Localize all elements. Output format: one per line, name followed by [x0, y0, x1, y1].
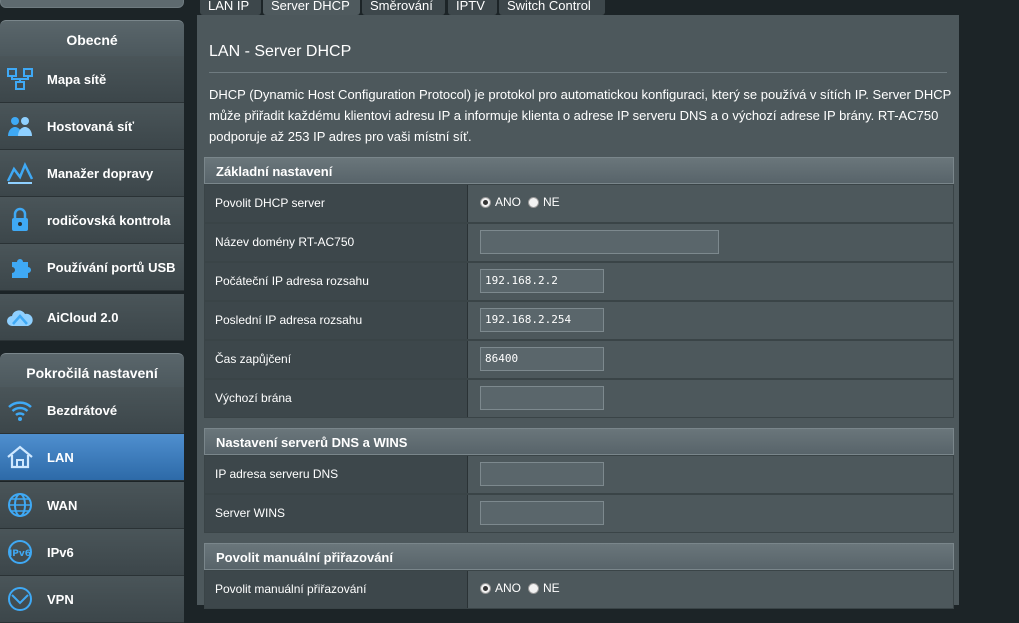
main-panel: LAN - Server DHCP DHCP (Dynamic Host Con…	[197, 15, 959, 609]
title-divider	[209, 72, 947, 73]
tab-routing[interactable]: Směrování	[362, 0, 445, 15]
page-description: DHCP (Dynamic Host Configuration Protoco…	[209, 87, 952, 144]
radio-label-yes: ANO	[495, 195, 522, 209]
tab-server-dhcp[interactable]: Server DHCP	[263, 0, 360, 15]
wifi-icon	[4, 394, 36, 426]
sidebar: Obecné Mapa sítě Hostovaná síť Manažer d…	[0, 0, 184, 623]
row-enable-dhcp: Povolit DHCP server ANO NE	[204, 184, 954, 223]
sidebar-item-ipv6[interactable]: IPv6 IPv6	[0, 529, 184, 576]
sidebar-item-network-map[interactable]: Mapa sítě	[0, 56, 184, 103]
row-label: Výchozí brána	[205, 380, 468, 417]
tab-iptv[interactable]: IPTV	[448, 0, 497, 15]
traffic-manager-icon	[4, 157, 36, 189]
sidebar-item-vpn[interactable]: VPN	[0, 576, 184, 623]
default-gateway-input[interactable]	[480, 386, 604, 410]
sidebar-item-label: AiCloud 2.0	[47, 309, 119, 325]
sidebar-item-label: Používání portů USB	[47, 259, 176, 275]
sidebar-item-label: WAN	[47, 497, 78, 513]
row-domain-name: Název domény RT-AC750	[204, 223, 954, 262]
tab-lan-ip[interactable]: LAN IP	[200, 0, 261, 15]
sidebar-item-label: Hostovaná síť	[47, 118, 135, 134]
ipv6-icon: IPv6	[4, 536, 36, 568]
guest-network-icon	[4, 110, 36, 142]
section-header-manual: Povolit manuální přiřazování	[204, 543, 954, 570]
row-wins-server: Server WINS	[204, 494, 954, 533]
sidebar-item-parental-control[interactable]: rodičovská kontrola	[0, 197, 184, 244]
sidebar-item-label: Manažer dopravy	[47, 165, 154, 181]
domain-name-input[interactable]	[480, 230, 719, 254]
row-value: 192.168.2.254	[468, 302, 953, 339]
sidebar-item-label: Bezdrátové	[47, 402, 118, 418]
row-value	[468, 495, 953, 532]
sidebar-item-lan[interactable]: LAN	[0, 434, 184, 481]
row-default-gateway: Výchozí brána	[204, 379, 954, 418]
radio-label-yes: ANO	[495, 581, 522, 595]
sidebar-item-guest-network[interactable]: Hostovaná síť	[0, 103, 184, 150]
radio-label-no: NE	[543, 195, 560, 209]
end-ip-input[interactable]: 192.168.2.254	[480, 308, 604, 332]
sidebar-header-advanced: Pokročilá nastavení	[0, 353, 184, 391]
manual-assignment-yes-radio[interactable]	[480, 582, 491, 594]
row-value: 86400	[468, 341, 953, 378]
page-title: LAN - Server DHCP	[209, 43, 352, 60]
section-header-basic: Základní nastavení	[204, 157, 954, 184]
sidebar-item-wireless[interactable]: Bezdrátové	[0, 387, 184, 434]
row-dns-server: IP adresa serveru DNS	[204, 455, 954, 494]
aicloud-icon	[4, 301, 36, 333]
row-label: Název domény RT-AC750	[205, 224, 468, 261]
vpn-icon	[4, 583, 36, 615]
sidebar-header-general: Obecné	[0, 20, 184, 58]
row-label: Čas zapůjčení	[205, 341, 468, 378]
row-lease-time: Čas zapůjčení 86400	[204, 340, 954, 379]
sidebar-item-traffic-manager[interactable]: Manažer dopravy	[0, 150, 184, 197]
lease-time-input[interactable]: 86400	[480, 347, 604, 371]
globe-icon	[4, 489, 36, 521]
sidebar-item-label: Mapa sítě	[47, 71, 107, 87]
sidebar-item-label: rodičovská kontrola	[47, 212, 171, 228]
tab-switch-control[interactable]: Switch Control	[499, 0, 605, 15]
radio-label-no: NE	[543, 581, 560, 595]
row-label: Povolit manuální přiřazování	[205, 571, 468, 608]
row-label: Počáteční IP adresa rozsahu	[205, 263, 468, 300]
row-label: IP adresa serveru DNS	[205, 456, 468, 493]
row-manual-assignment: Povolit manuální přiřazování ANO NE	[204, 570, 954, 609]
dns-server-input[interactable]	[480, 462, 604, 486]
row-start-ip: Počáteční IP adresa rozsahu 192.168.2.2	[204, 262, 954, 301]
row-value	[468, 380, 953, 417]
sidebar-item-wan[interactable]: WAN	[0, 482, 184, 529]
home-icon	[4, 441, 36, 473]
manual-assignment-no-radio[interactable]	[528, 582, 540, 594]
row-label: Povolit DHCP server	[205, 185, 468, 222]
row-value	[468, 456, 953, 493]
sidebar-item-label: VPN	[47, 591, 74, 607]
sidebar-item-label: LAN	[47, 449, 74, 465]
sidebar-top-stub	[0, 0, 184, 8]
parental-control-icon	[4, 204, 36, 236]
sidebar-item-usb[interactable]: Používání portů USB	[0, 244, 184, 291]
enable-dhcp-no-radio[interactable]	[528, 196, 540, 208]
manual-assignment-radio-group: ANO NE	[480, 581, 560, 595]
usb-icon	[4, 251, 36, 283]
row-value: 192.168.2.2	[468, 263, 953, 300]
row-end-ip: Poslední IP adresa rozsahu 192.168.2.254	[204, 301, 954, 340]
enable-dhcp-yes-radio[interactable]	[480, 196, 491, 208]
wins-server-input[interactable]	[480, 501, 604, 525]
section-header-dns: Nastavení serverů DNS a WINS	[204, 428, 954, 455]
start-ip-input[interactable]: 192.168.2.2	[480, 269, 604, 293]
row-value: ANO NE	[468, 571, 953, 608]
sidebar-item-aicloud[interactable]: AiCloud 2.0	[0, 294, 184, 341]
row-label: Poslední IP adresa rozsahu	[205, 302, 468, 339]
network-map-icon	[4, 63, 36, 95]
sidebar-item-label: IPv6	[47, 544, 74, 560]
row-value: ANO NE	[468, 185, 953, 222]
svg-text:IPv6: IPv6	[9, 549, 31, 559]
row-value	[468, 224, 953, 261]
enable-dhcp-radio-group: ANO NE	[480, 195, 560, 209]
row-label: Server WINS	[205, 495, 468, 532]
